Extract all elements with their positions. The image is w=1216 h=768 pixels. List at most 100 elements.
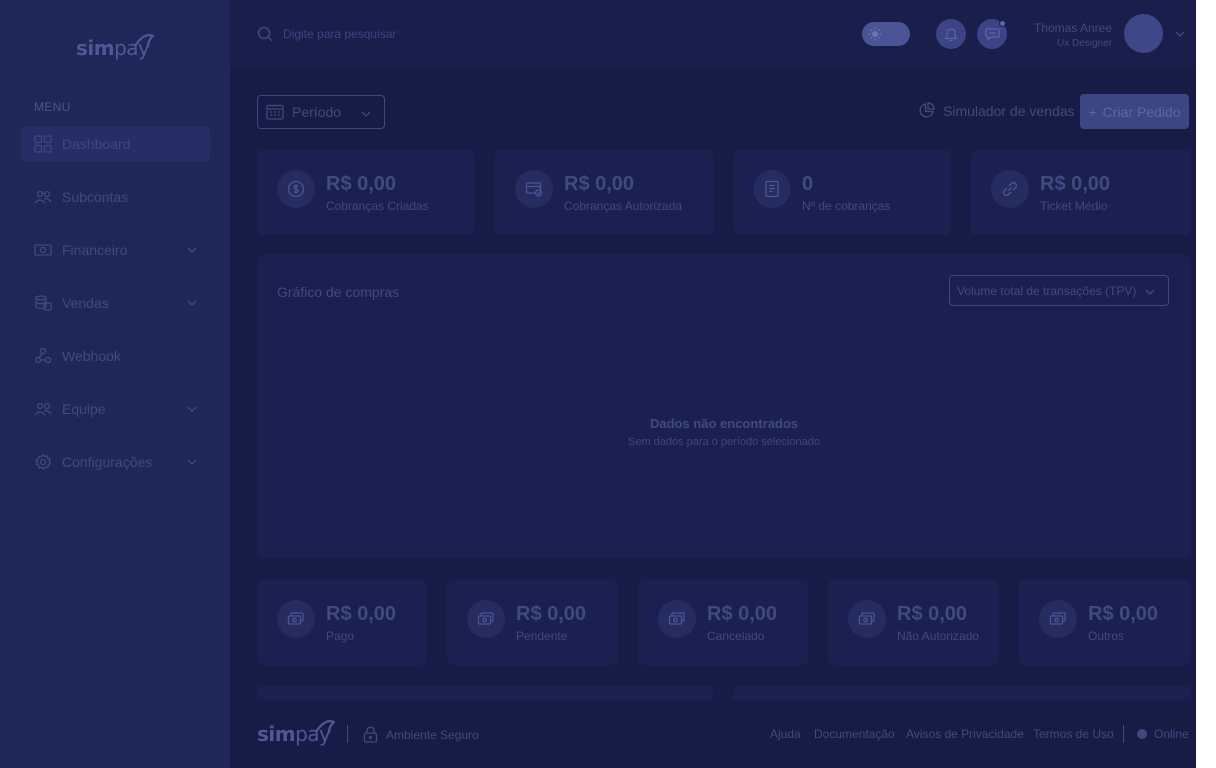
sidebar-item-subcontas[interactable]: Subcontas [21,180,210,214]
avatar[interactable] [1124,14,1163,53]
stat-card-numero-cobrancas: 0 Nº de cobranças [733,150,951,235]
gear-icon [34,453,52,471]
sidebar-item-webhook[interactable]: Webhook [21,339,210,373]
notifications-button[interactable] [936,19,966,49]
stat-card-cobrancas-autorizada: R$ 0,00 Cobranças Autorizada [495,150,713,235]
stat-label: Pago [326,629,355,643]
stat-card-ticket-medio: R$ 0,00 Ticket Médio [971,150,1191,235]
sun-icon [868,27,882,41]
logo-swoosh-icon [134,34,154,48]
chevron-down-icon[interactable] [1174,28,1186,40]
footer-link-termos[interactable]: Termos de Uso [1033,727,1114,741]
chevron-down-icon [1145,289,1155,295]
footer-link-documentacao[interactable]: Documentação [814,727,895,741]
bell-icon [944,27,958,41]
sidebar-item-label: Equipe [62,401,106,417]
cash-icon [848,600,886,638]
sidebar-item-financeiro[interactable]: Financeiro [21,233,210,267]
empty-state-subtitle: Sem dados para o período selecionado [627,436,821,448]
plus-icon: + [1088,103,1097,120]
logo-swoosh-icon [315,720,335,734]
coins-icon [34,294,52,312]
lock-icon [363,726,378,743]
sidebar-item-vendas[interactable]: Vendas [21,286,210,320]
sidebar-item-label: Subcontas [62,189,129,205]
stat-value: R$ 0,00 [707,603,778,625]
sidebar-item-label: Financeiro [62,242,128,258]
sidebar-item-configuracoes[interactable]: Configurações [21,445,210,479]
chevron-down-icon [187,406,197,412]
grid-icon [34,135,52,153]
chart-title: Gráfico de compras [277,284,400,300]
stat-label: Cobranças Criadas [326,199,429,213]
cash-icon [1039,600,1077,638]
footer-divider [1123,725,1124,743]
stat-value: 0 [802,173,814,195]
logo-text-bold: sim [76,36,115,60]
stat-label: Cancelado [707,629,765,643]
chevron-down-icon [361,111,371,117]
stat-value: R$ 0,00 [564,173,635,195]
stat-card-cobrancas-criadas: R$ 0,00 Cobranças Criadas [257,150,475,235]
stat-value: R$ 0,00 [326,603,397,625]
user-role: Ux Designer [1056,38,1112,49]
chart-metric-value: Volume total de transações (TPV) [957,283,1137,298]
cash-icon [658,600,696,638]
create-order-label: Criar Pedido [1102,103,1181,120]
cash-icon [467,600,505,638]
stat-label: Outros [1088,629,1125,643]
unread-dot [999,20,1006,27]
purchases-chart-card: Gráfico de compras Volume total de trans… [257,255,1191,558]
pie-chart-icon [919,102,935,118]
document-icon [753,170,791,208]
footer-link-ajuda[interactable]: Ajuda [770,727,801,741]
user-name: Thomas Anree [1033,21,1112,35]
stat-card-pago: R$ 0,00 Pago [257,580,427,665]
stat-value: R$ 0,00 [897,603,968,625]
chat-icon [984,28,1000,41]
sidebar-item-label: Dashboard [62,136,131,152]
menu-title: MENU [34,100,71,114]
cash-icon [277,600,315,638]
main-content: Thomas Anree Ux Designer Período Simulad… [230,0,1196,768]
sidebar-item-dashboard[interactable]: Dashboard [21,127,210,161]
footer-simpay-logo[interactable]: simpay [257,720,335,746]
stat-label: Nº de cobranças [802,199,891,213]
sidebar-item-equipe[interactable]: Equipe [21,392,210,426]
stat-value: R$ 0,00 [516,603,587,625]
stat-card-outros: R$ 0,00 Outros [1019,580,1191,665]
messages-button[interactable] [977,19,1007,49]
chevron-down-icon [187,247,197,253]
sidebar-item-label: Vendas [62,295,109,311]
period-dropdown[interactable]: Período [257,95,385,129]
search-input[interactable] [283,24,583,44]
empty-state-title: Dados não encontrados [649,416,799,431]
create-order-button[interactable]: + Criar Pedido [1080,94,1189,129]
stat-label: Pendente [516,629,568,643]
chart-metric-select[interactable]: Volume total de transações (TPV) [949,275,1169,306]
theme-toggle[interactable] [862,22,910,46]
sidebar: simpay MENU Dashboard Subcontas Financei… [0,0,230,768]
team-icon [34,400,52,418]
status-label: Online [1154,727,1189,741]
sales-simulator-link[interactable]: Simulador de vendas [918,102,1075,119]
status-dot [1137,729,1147,739]
stat-value: R$ 0,00 [326,173,397,195]
users-icon [34,188,52,206]
chevron-down-icon [187,459,197,465]
stat-value: R$ 0,00 [1088,603,1159,625]
footer: simpay Ambiente Seguro Ajuda Documentaçã… [230,700,1196,768]
footer-link-privacidade[interactable]: Avisos de Privacidade [906,727,1024,741]
stat-card-pendente: R$ 0,00 Pendente [447,580,618,665]
footer-divider [347,725,348,743]
link-icon [991,170,1029,208]
simulator-label: Simulador de vendas [943,102,1075,119]
stat-label: Ticket Médio [1040,199,1108,213]
stat-label: Cobranças Autorizada [564,199,683,213]
simpay-logo[interactable]: simpay [76,34,154,60]
search-icon [257,26,273,42]
sidebar-item-label: Configurações [62,454,153,470]
topbar: Thomas Anree Ux Designer [230,0,1196,68]
secure-environment-badge: Ambiente Seguro [363,726,479,743]
card-check-icon [515,170,553,208]
